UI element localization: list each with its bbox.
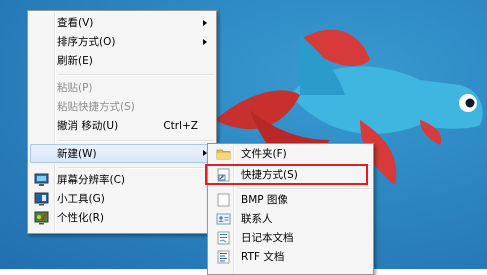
menu-item-label: 粘贴(P) bbox=[57, 82, 93, 94]
submenu-arrow-icon bbox=[203, 39, 207, 45]
menu-item-undo-move[interactable]: 撤消 移动(U) Ctrl+Z bbox=[30, 117, 214, 136]
contact-icon bbox=[216, 212, 231, 226]
menu-separator bbox=[58, 74, 214, 76]
menu-item-label: 日记本文档 bbox=[241, 232, 294, 244]
menu-item-shortcut: Ctrl+Z bbox=[163, 120, 198, 132]
menu-item-personalize[interactable]: 个性化(R) bbox=[30, 209, 214, 228]
menu-item-label: 粘贴快捷方式(S) bbox=[57, 101, 135, 113]
menu-item-label: 个性化(R) bbox=[57, 212, 104, 224]
menu-item-label: RTF 文档 bbox=[241, 251, 285, 263]
submenu-arrow-icon bbox=[203, 20, 207, 26]
submenu-item-bmp-image[interactable]: BMP 图像 bbox=[210, 191, 371, 210]
bitmap-icon bbox=[216, 193, 231, 207]
menu-separator bbox=[238, 188, 371, 190]
menu-item-label: 屏幕分辨率(C) bbox=[57, 174, 126, 186]
menu-item-screen-resolution[interactable]: 屏幕分辨率(C) bbox=[30, 171, 214, 190]
menu-item-sort-by[interactable]: 排序方式(O) bbox=[30, 33, 214, 52]
menu-item-label: 排序方式(O) bbox=[57, 36, 116, 48]
menu-separator bbox=[58, 167, 214, 169]
menu-item-label: BMP 图像 bbox=[241, 194, 288, 206]
menu-item-label: 小工具(G) bbox=[57, 193, 105, 205]
menu-item-new[interactable]: 新建(W) bbox=[30, 144, 214, 163]
menu-item-label: 查看(V) bbox=[57, 17, 94, 29]
menu-item-gadgets[interactable]: 小工具(G) bbox=[30, 190, 214, 209]
submenu-item-contact[interactable]: 联系人 bbox=[210, 210, 371, 229]
menu-item-paste[interactable]: 粘贴(P) bbox=[30, 79, 214, 98]
journal-icon bbox=[216, 231, 231, 245]
submenu-item-journal-document[interactable]: 日记本文档 bbox=[210, 229, 371, 248]
shortcut-highlight-annotation bbox=[205, 164, 368, 185]
rtf-document-icon bbox=[216, 250, 231, 264]
menu-item-view[interactable]: 查看(V) bbox=[30, 14, 214, 33]
menu-item-refresh[interactable]: 刷新(E) bbox=[30, 52, 214, 71]
personalize-icon bbox=[34, 211, 49, 225]
menu-item-paste-shortcut[interactable]: 粘贴快捷方式(S) bbox=[30, 98, 214, 117]
menu-item-label: 联系人 bbox=[241, 213, 273, 225]
gadgets-icon bbox=[34, 192, 49, 206]
desktop-context-menu: 查看(V) 排序方式(O) 刷新(E) 粘贴(P) 粘贴快捷方式(S) 撤消 移… bbox=[27, 10, 217, 234]
menu-item-label: 文件夹(F) bbox=[241, 148, 287, 160]
menu-item-label: 刷新(E) bbox=[57, 55, 93, 67]
menu-item-label: 撤消 移动(U) bbox=[57, 120, 119, 132]
menu-separator bbox=[58, 140, 214, 142]
display-icon bbox=[34, 173, 49, 187]
submenu-item-rtf-document[interactable]: RTF 文档 bbox=[210, 248, 371, 267]
folder-icon bbox=[216, 147, 231, 161]
new-submenu: 文件夹(F) 快捷方式(S) BMP 图像 联系人 日记本文档 RTF 文档 bbox=[207, 143, 374, 275]
menu-item-label: 新建(W) bbox=[57, 148, 97, 160]
submenu-item-folder[interactable]: 文件夹(F) bbox=[210, 145, 371, 164]
